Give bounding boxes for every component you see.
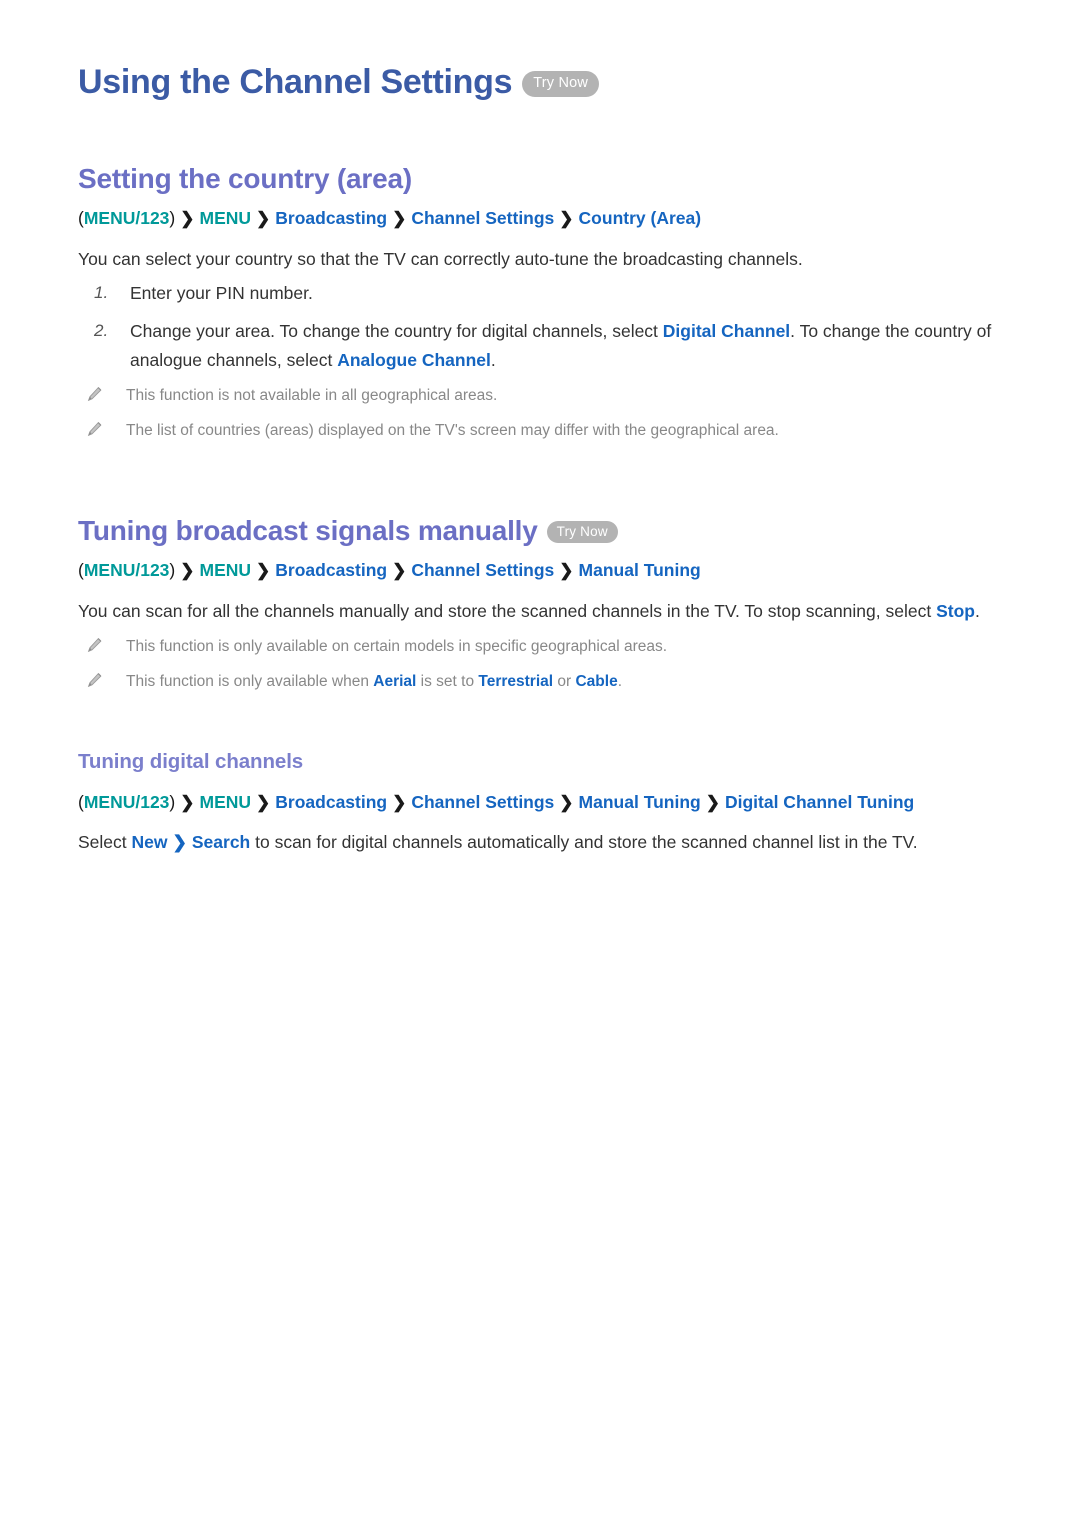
chevron-right-icon: ❯ (256, 208, 271, 228)
list-item: 2. Change your area. To change the count… (78, 317, 1008, 374)
inline-text: The list of countries (areas) displayed … (126, 422, 779, 440)
pencil-icon (86, 637, 103, 654)
inline-highlight[interactable]: Terrestrial (478, 673, 553, 690)
inline-text: is set to (416, 673, 479, 691)
breadcrumb-item-menu[interactable]: MENU (200, 792, 252, 812)
pencil-icon (86, 672, 103, 689)
subsection-tuning-digital-channels: Tuning digital channels (MENU/123) ❯ MENU ❯… (78, 750, 1008, 857)
inline-highlight[interactable]: ❯ (167, 832, 191, 852)
chevron-right-icon: ❯ (705, 792, 720, 812)
inline-text: Select (78, 832, 132, 853)
breadcrumb-manual-tuning: (MENU/123) ❯ MENU ❯ Broadcasting ❯ Channel Set… (78, 558, 1008, 583)
step-number: 2. (94, 321, 109, 341)
breadcrumb-menu123[interactable]: MENU/123 (84, 792, 170, 812)
page-title: Using the Channel Settings Try Now (78, 62, 1008, 102)
breadcrumb-country-area: (MENU/123) ❯ MENU ❯ Broadcasting ❯ Channel Set… (78, 206, 1008, 231)
section-setting-country: Setting the country (area) (MENU/123) ❯ ME… (78, 162, 1008, 442)
breadcrumb-item-manual-tuning[interactable]: Manual Tuning (579, 560, 701, 580)
breadcrumb-menu123[interactable]: MENU/123 (84, 560, 170, 580)
inline-highlight[interactable]: Cable (575, 673, 617, 690)
intro-paragraph-country: You can select your country so that the … (78, 248, 803, 269)
chevron-right-icon: ❯ (256, 560, 271, 580)
inline-highlight[interactable]: Analogue Channel (337, 350, 491, 370)
inline-text: or (553, 673, 576, 691)
chevron-right-icon: ❯ (559, 560, 574, 580)
inline-text: Enter your PIN number. (130, 282, 313, 303)
intro-paragraph-manual-tuning: You can scan for all the channels manual… (78, 597, 1008, 625)
chevron-right-icon: ❯ (256, 792, 271, 812)
inline-highlight[interactable]: New (132, 832, 168, 852)
inline-highlight[interactable]: Search (192, 832, 250, 852)
inline-text: . (490, 349, 496, 370)
steps-list-country: 1. Enter your PIN number. 2. Change your… (78, 279, 1008, 374)
inline-text: This function is not available in all ge… (126, 386, 498, 404)
try-now-badge[interactable]: Try Now (522, 71, 600, 97)
notes-list-country: This function is not available in all ge… (78, 384, 1008, 443)
inline-highlight[interactable]: Digital Channel (663, 321, 790, 341)
note-item: This function is only available on certa… (78, 635, 1008, 658)
step-number: 1. (94, 282, 109, 302)
page-title-text: Using the Channel Settings (78, 63, 513, 101)
chevron-right-icon: ❯ (392, 208, 407, 228)
breadcrumb-menu123[interactable]: MENU/123 (84, 208, 170, 228)
inline-text: Change your area. To change the country … (130, 321, 663, 342)
breadcrumb-item-channel-settings[interactable]: Channel Settings (411, 208, 554, 228)
note-text: This function is only available when Aer… (126, 673, 622, 690)
body-paragraph-digital-channels: Select New ❯ Search to scan for digital … (78, 828, 1008, 856)
chevron-right-icon: ❯ (180, 560, 195, 580)
step-text: Change your area. To change the country … (130, 321, 991, 369)
note-text: This function is only available on certa… (126, 638, 667, 655)
notes-list-manual-tuning: This function is only available on certa… (78, 635, 1008, 694)
breadcrumb-digital-channel-tuning: (MENU/123) ❯ MENU ❯ Broadcasting ❯ Channel Set… (78, 790, 1008, 815)
chevron-right-icon: ❯ (180, 792, 195, 812)
breadcrumb-item-digital-channel-tuning[interactable]: Digital Channel Tuning (725, 792, 914, 812)
inline-text: This function is only available when (126, 673, 374, 691)
breadcrumb-item-country-area[interactable]: Country (Area) (579, 208, 702, 228)
step-text: Enter your PIN number. (130, 283, 313, 303)
breadcrumb-item-manual-tuning[interactable]: Manual Tuning (579, 792, 701, 812)
pencil-icon (86, 421, 103, 438)
note-item: This function is only available when Aer… (78, 670, 1008, 693)
inline-highlight[interactable]: Aerial (373, 673, 416, 690)
list-item: 1. Enter your PIN number. (78, 279, 1008, 307)
chevron-right-icon: ❯ (559, 792, 574, 812)
inline-text: . (974, 600, 980, 621)
section-heading-text: Setting the country (area) (78, 163, 412, 195)
inline-highlight[interactable]: Stop (936, 601, 975, 621)
pencil-icon (86, 386, 103, 403)
note-item: This function is not available in all ge… (78, 384, 1008, 407)
section-tuning-manually: Tuning broadcast signals manually Try No… (78, 514, 1008, 856)
inline-text: You can scan for all the channels manual… (78, 600, 937, 621)
section-heading-setting-country: Setting the country (area) (78, 162, 1008, 196)
inline-text: . (617, 673, 623, 691)
chevron-right-icon: ❯ (392, 560, 407, 580)
inline-text: to scan for digital channels automatical… (250, 832, 918, 853)
note-text: The list of countries (areas) displayed … (126, 422, 779, 439)
note-text: This function is not available in all ge… (126, 387, 497, 404)
chevron-right-icon: ❯ (180, 208, 195, 228)
document-page: Using the Channel Settings Try Now Setti… (0, 0, 1080, 1527)
try-now-badge[interactable]: Try Now (546, 520, 618, 544)
breadcrumb-item-broadcasting[interactable]: Broadcasting (275, 208, 387, 228)
breadcrumb-item-menu[interactable]: MENU (200, 208, 252, 228)
chevron-right-icon: ❯ (392, 792, 407, 812)
breadcrumb-item-menu[interactable]: MENU (200, 560, 252, 580)
breadcrumb-item-channel-settings[interactable]: Channel Settings (411, 560, 554, 580)
section-heading-text: Tuning broadcast signals manually (78, 515, 538, 547)
subsection-heading: Tuning digital channels (78, 749, 304, 773)
note-item: The list of countries (areas) displayed … (78, 419, 1008, 442)
section-heading-tuning-manually: Tuning broadcast signals manually Try No… (78, 514, 1008, 548)
breadcrumb-item-broadcasting[interactable]: Broadcasting (275, 792, 387, 812)
breadcrumb-item-broadcasting[interactable]: Broadcasting (275, 560, 387, 580)
chevron-right-icon: ❯ (559, 208, 574, 228)
inline-text: This function is only available on certa… (126, 638, 668, 656)
breadcrumb-item-channel-settings[interactable]: Channel Settings (411, 792, 554, 812)
